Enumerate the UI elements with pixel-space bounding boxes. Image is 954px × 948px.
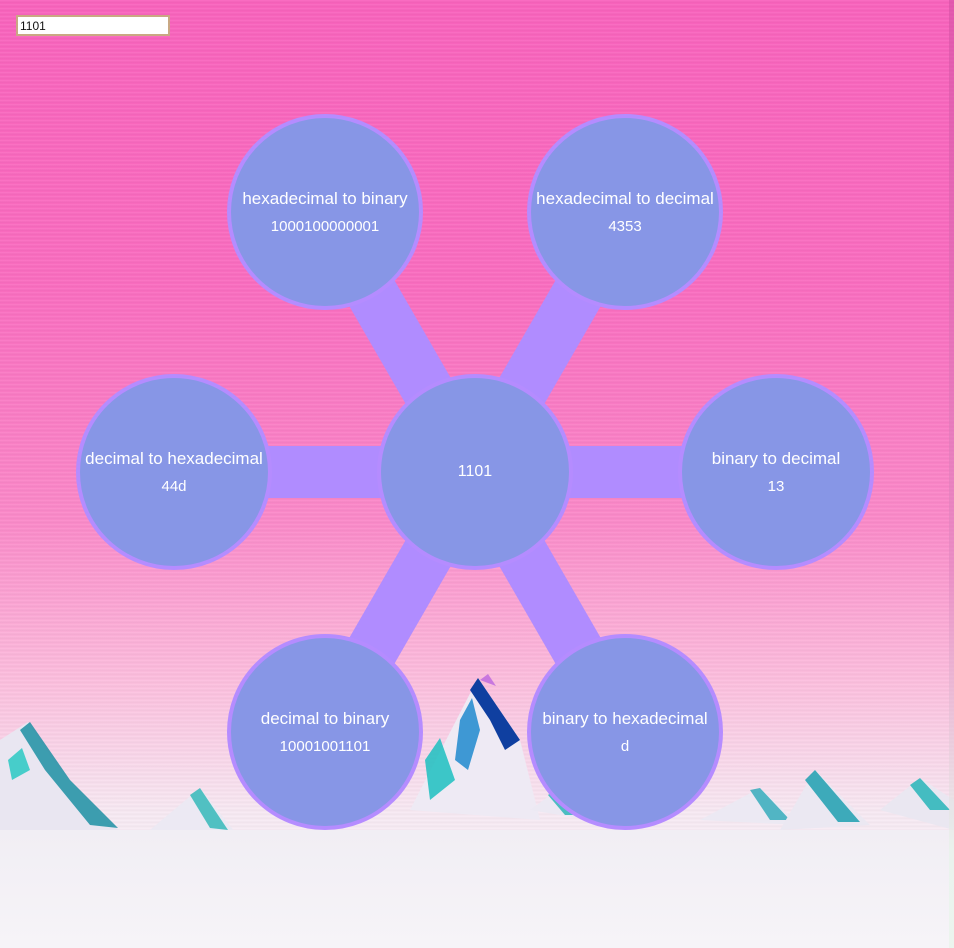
node-value: 4353 xyxy=(608,217,642,235)
node-dec-to-bin[interactable]: decimal to binary 10001001101 xyxy=(227,634,423,830)
node-dec-to-hex[interactable]: decimal to hexadecimal 44d xyxy=(76,374,272,570)
node-label: binary to hexadecimal xyxy=(542,708,708,728)
node-value: 10001001101 xyxy=(279,737,371,755)
node-label: hexadecimal to decimal xyxy=(536,188,714,208)
center-value: 1101 xyxy=(457,463,493,480)
node-hex-to-dec[interactable]: hexadecimal to decimal 4353 xyxy=(527,114,723,310)
node-label: hexadecimal to binary xyxy=(242,188,408,208)
node-bin-to-dec[interactable]: binary to decimal 13 xyxy=(678,374,874,570)
node-label: binary to decimal xyxy=(711,448,841,468)
node-bin-to-hex[interactable]: binary to hexadecimal d xyxy=(527,634,723,830)
node-value: 13 xyxy=(767,477,785,495)
node-value: 44d xyxy=(161,477,187,495)
node-label: decimal to hexadecimal xyxy=(85,448,263,468)
node-label: decimal to binary xyxy=(260,708,390,728)
node-hex-to-bin[interactable]: hexadecimal to binary 1000100000001 xyxy=(227,114,423,310)
node-value: d xyxy=(620,737,630,755)
node-value: 1000100000001 xyxy=(270,217,380,235)
conversion-hub: hexadecimal to binary 1000100000001 hexa… xyxy=(0,0,954,948)
node-center-input: 1101 xyxy=(377,374,573,570)
